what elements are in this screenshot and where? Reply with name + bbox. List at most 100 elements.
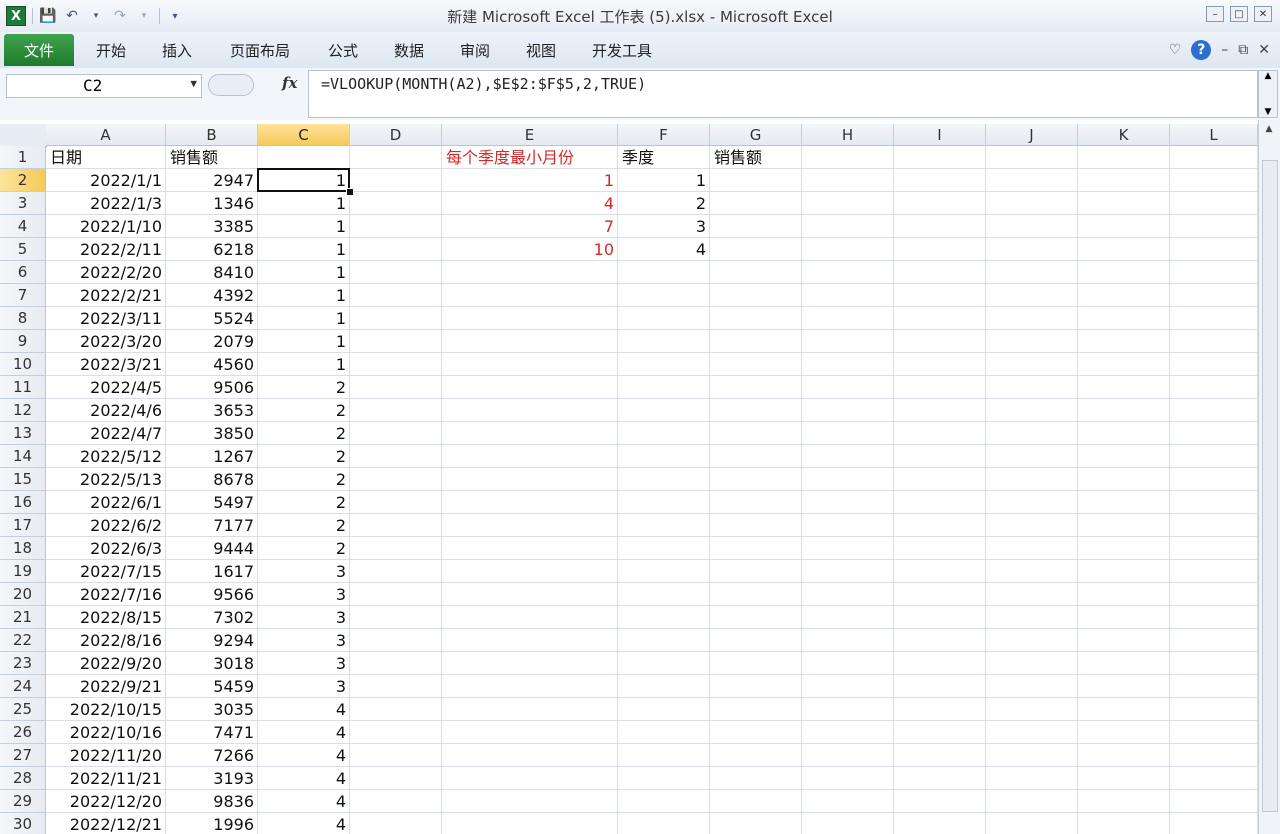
date-cell[interactable]: 2022/6/1 — [46, 491, 166, 514]
min-month-cell[interactable]: 4 — [442, 192, 618, 215]
row-header-30[interactable]: 30 — [0, 813, 46, 834]
row-header-6[interactable]: 6 — [0, 261, 46, 284]
chevron-up-icon[interactable]: ▲ — [1265, 71, 1272, 81]
row-header-10[interactable]: 10 — [0, 353, 46, 376]
quarter-cell[interactable]: 2 — [258, 468, 350, 491]
min-month-cell[interactable]: 10 — [442, 238, 618, 261]
column-header-f[interactable]: F — [618, 124, 710, 146]
amount-cell[interactable]: 5524 — [166, 307, 258, 330]
scrollbar-thumb[interactable] — [1262, 160, 1278, 812]
row-header-11[interactable]: 11 — [0, 376, 46, 399]
row-header-25[interactable]: 25 — [0, 698, 46, 721]
row-header-3[interactable]: 3 — [0, 192, 46, 215]
amount-cell[interactable]: 5497 — [166, 491, 258, 514]
row-header-4[interactable]: 4 — [0, 215, 46, 238]
date-cell[interactable]: 2022/1/3 — [46, 192, 166, 215]
date-cell[interactable]: 2022/2/11 — [46, 238, 166, 261]
amount-cell[interactable]: 9444 — [166, 537, 258, 560]
amount-cell[interactable]: 3035 — [166, 698, 258, 721]
column-header-l[interactable]: L — [1170, 124, 1258, 146]
insert-function-button[interactable]: fx — [282, 74, 297, 92]
amount-cell[interactable]: 1617 — [166, 560, 258, 583]
amount-cell[interactable]: 4560 — [166, 353, 258, 376]
fill-handle[interactable] — [346, 188, 354, 196]
cell-e1[interactable]: 每个季度最小月份 — [442, 146, 618, 169]
lookup-quarter-cell[interactable]: 3 — [618, 215, 710, 238]
date-cell[interactable]: 2022/11/21 — [46, 767, 166, 790]
row-header-29[interactable]: 29 — [0, 790, 46, 813]
column-header-h[interactable]: H — [802, 124, 894, 146]
row-header-21[interactable]: 21 — [0, 606, 46, 629]
tab-page-layout[interactable]: 页面布局 — [230, 40, 290, 61]
amount-cell[interactable]: 9294 — [166, 629, 258, 652]
quarter-cell[interactable]: 1 — [258, 353, 350, 376]
tab-formulas[interactable]: 公式 — [328, 40, 358, 61]
date-cell[interactable]: 2022/6/3 — [46, 537, 166, 560]
quarter-cell[interactable]: 4 — [258, 790, 350, 813]
restore-icon[interactable]: □ — [1230, 6, 1248, 22]
quarter-cell[interactable]: 3 — [258, 606, 350, 629]
close-icon[interactable]: ✕ — [1258, 42, 1270, 58]
amount-cell[interactable]: 4392 — [166, 284, 258, 307]
quarter-cell[interactable]: 3 — [258, 583, 350, 606]
quarter-cell[interactable]: 1 — [258, 215, 350, 238]
quarter-cell[interactable]: 4 — [258, 721, 350, 744]
row-header-12[interactable]: 12 — [0, 399, 46, 422]
amount-cell[interactable]: 2947 — [166, 169, 258, 192]
amount-cell[interactable]: 3850 — [166, 422, 258, 445]
cell-a1[interactable]: 日期 — [46, 146, 166, 169]
name-box[interactable]: C2 ▼ — [6, 74, 202, 98]
quarter-cell[interactable]: 3 — [258, 560, 350, 583]
date-cell[interactable]: 2022/7/16 — [46, 583, 166, 606]
date-cell[interactable]: 2022/12/20 — [46, 790, 166, 813]
chevron-down-icon[interactable]: ▼ — [190, 77, 197, 90]
quarter-cell[interactable]: 4 — [258, 813, 350, 834]
active-cell-c2[interactable] — [257, 168, 350, 192]
quarter-cell[interactable]: 3 — [258, 652, 350, 675]
date-cell[interactable]: 2022/8/15 — [46, 606, 166, 629]
formula-bar-handle[interactable] — [208, 74, 254, 96]
column-header-i[interactable]: I — [894, 124, 986, 146]
minimize-icon[interactable]: – — [1221, 42, 1228, 58]
close-icon[interactable]: ✕ — [1254, 6, 1272, 22]
min-month-cell[interactable]: 7 — [442, 215, 618, 238]
quarter-cell[interactable]: 4 — [258, 698, 350, 721]
row-header-14[interactable]: 14 — [0, 445, 46, 468]
minimize-ribbon-icon[interactable]: ♡ — [1169, 42, 1182, 58]
quarter-cell[interactable]: 2 — [258, 537, 350, 560]
date-cell[interactable]: 2022/3/20 — [46, 330, 166, 353]
row-header-26[interactable]: 26 — [0, 721, 46, 744]
date-cell[interactable]: 2022/10/16 — [46, 721, 166, 744]
amount-cell[interactable]: 7266 — [166, 744, 258, 767]
vertical-scrollbar[interactable]: ▲ — [1258, 120, 1280, 834]
amount-cell[interactable]: 3018 — [166, 652, 258, 675]
quarter-cell[interactable]: 1 — [258, 261, 350, 284]
quarter-cell[interactable]: 2 — [258, 491, 350, 514]
quarter-cell[interactable]: 2 — [258, 376, 350, 399]
quarter-cell[interactable]: 2 — [258, 399, 350, 422]
date-cell[interactable]: 2022/5/12 — [46, 445, 166, 468]
amount-cell[interactable]: 9506 — [166, 376, 258, 399]
amount-cell[interactable]: 8678 — [166, 468, 258, 491]
quarter-cell[interactable]: 1 — [258, 238, 350, 261]
amount-cell[interactable]: 1346 — [166, 192, 258, 215]
cell-f1[interactable]: 季度 — [618, 146, 710, 169]
lookup-quarter-cell[interactable]: 2 — [618, 192, 710, 215]
quarter-cell[interactable]: 4 — [258, 744, 350, 767]
column-header-c[interactable]: C — [258, 124, 350, 146]
row-header-9[interactable]: 9 — [0, 330, 46, 353]
tab-review[interactable]: 审阅 — [460, 40, 490, 61]
date-cell[interactable]: 2022/4/7 — [46, 422, 166, 445]
lookup-quarter-cell[interactable]: 4 — [618, 238, 710, 261]
date-cell[interactable]: 2022/4/5 — [46, 376, 166, 399]
column-header-a[interactable]: A — [46, 124, 166, 146]
date-cell[interactable]: 2022/2/20 — [46, 261, 166, 284]
date-cell[interactable]: 2022/3/11 — [46, 307, 166, 330]
row-header-8[interactable]: 8 — [0, 307, 46, 330]
row-header-27[interactable]: 27 — [0, 744, 46, 767]
amount-cell[interactable]: 7471 — [166, 721, 258, 744]
quarter-cell[interactable]: 2 — [258, 422, 350, 445]
date-cell[interactable]: 2022/11/20 — [46, 744, 166, 767]
date-cell[interactable]: 2022/1/1 — [46, 169, 166, 192]
amount-cell[interactable]: 9566 — [166, 583, 258, 606]
